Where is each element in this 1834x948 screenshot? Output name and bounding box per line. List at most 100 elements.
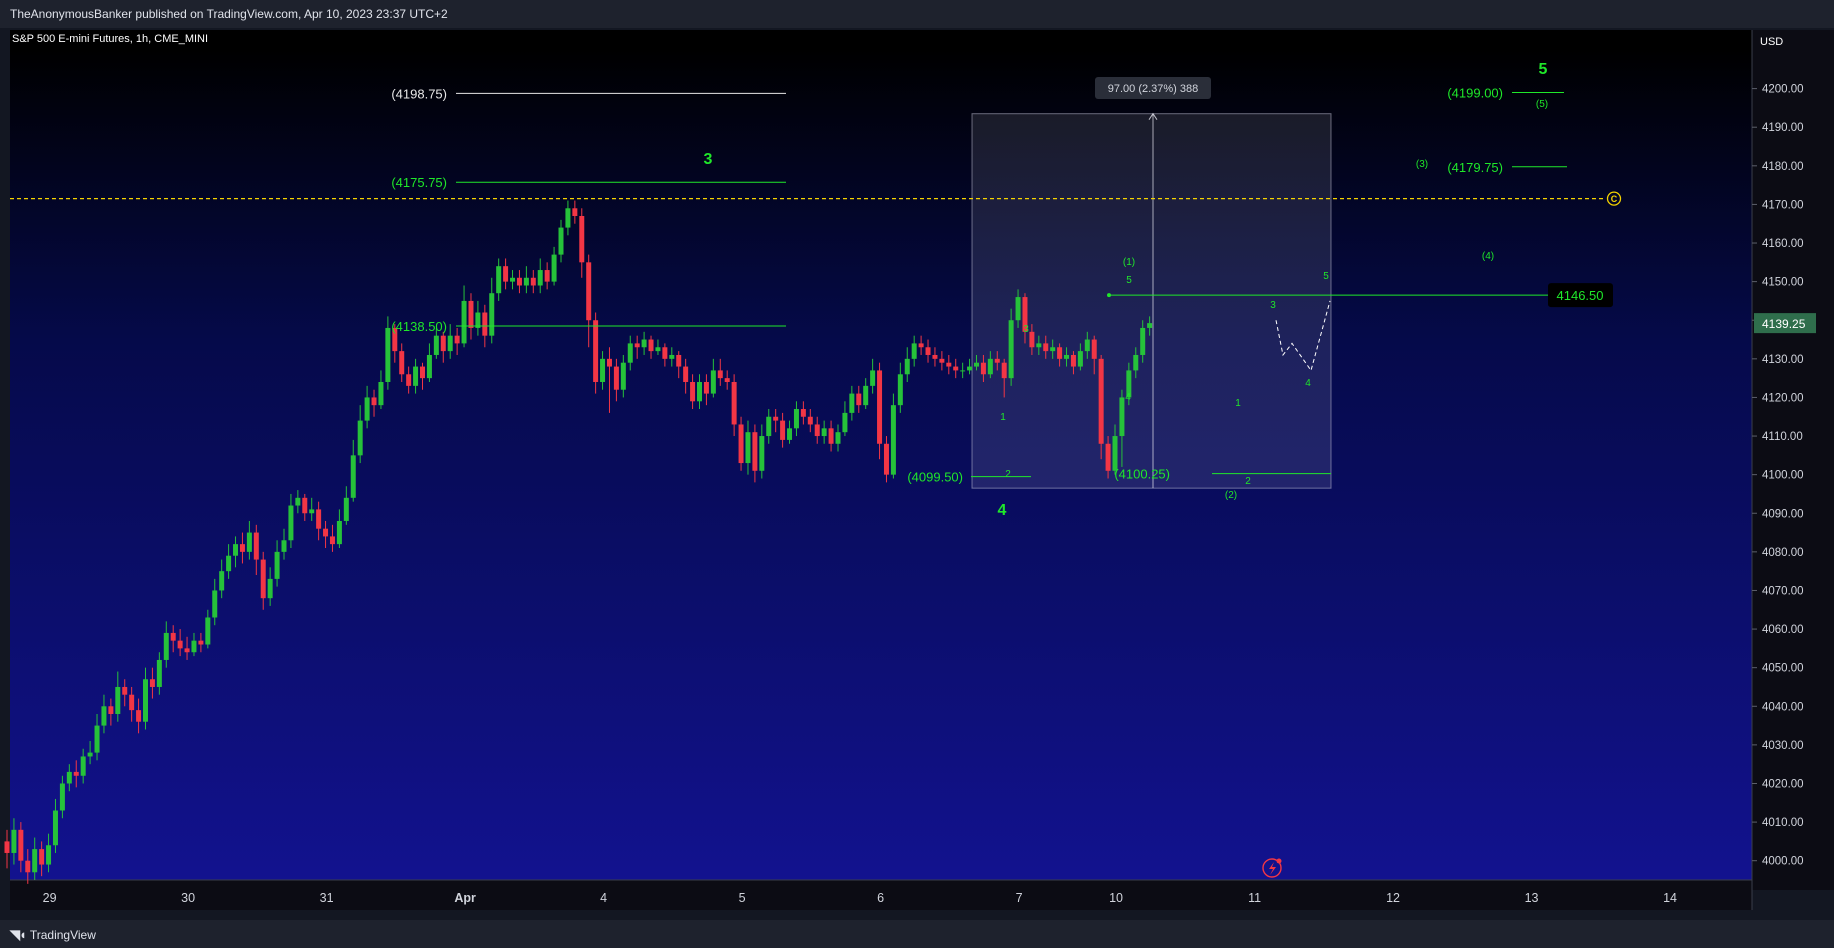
candle-body[interactable] <box>406 374 412 386</box>
candle-body[interactable] <box>662 347 668 359</box>
candle-body[interactable] <box>246 532 252 552</box>
candle-body[interactable] <box>606 358 612 367</box>
candle-body[interactable] <box>800 409 806 417</box>
candle-body[interactable] <box>925 347 931 355</box>
candle-body[interactable] <box>433 335 439 355</box>
candle-body[interactable] <box>461 300 467 344</box>
candle-body[interactable] <box>46 845 52 865</box>
tradingview-logo[interactable]: ◥◖ TradingView <box>10 927 96 943</box>
candle-body[interactable] <box>974 362 979 367</box>
candle-body[interactable] <box>634 343 640 348</box>
candle-body[interactable] <box>1008 320 1014 379</box>
symbol-title[interactable]: S&P 500 E-mini Futures, 1h, CME_MINI <box>12 33 208 45</box>
candle-body[interactable] <box>440 335 446 352</box>
candle-body[interactable] <box>143 679 148 722</box>
candle-body[interactable] <box>613 366 619 390</box>
candle-body[interactable] <box>939 358 945 363</box>
candle-body[interactable] <box>641 339 647 348</box>
candle-body[interactable] <box>1029 331 1035 348</box>
candle-body[interactable] <box>1084 339 1090 352</box>
candle-body[interactable] <box>1147 323 1153 328</box>
candle-body[interactable] <box>350 455 356 498</box>
candle-body[interactable] <box>80 756 86 776</box>
candle-body[interactable] <box>357 420 363 456</box>
candle-body[interactable] <box>835 432 841 444</box>
candle-body[interactable] <box>129 694 135 711</box>
candle-body[interactable] <box>676 354 682 367</box>
candle-body[interactable] <box>1112 436 1118 471</box>
candle-body[interactable] <box>787 428 793 440</box>
candle-body[interactable] <box>1133 354 1139 371</box>
candle-body[interactable] <box>883 443 889 475</box>
candle-body[interactable] <box>828 428 834 444</box>
candle-body[interactable] <box>870 370 876 386</box>
candle-body[interactable] <box>87 752 93 757</box>
candle-body[interactable] <box>489 293 495 336</box>
candle-body[interactable] <box>759 436 765 471</box>
candle-body[interactable] <box>904 358 910 375</box>
candle-body[interactable] <box>101 706 107 726</box>
candle-body[interactable] <box>233 544 239 556</box>
candle-body[interactable] <box>814 424 820 437</box>
candle-body[interactable] <box>32 849 38 873</box>
candle-body[interactable] <box>960 370 966 372</box>
candle-body[interactable] <box>205 617 211 645</box>
candle-body[interactable] <box>842 412 848 433</box>
candle-body[interactable] <box>468 300 474 328</box>
candle-body[interactable] <box>1105 443 1111 471</box>
candle-body[interactable] <box>967 366 973 371</box>
candle-body[interactable] <box>316 509 322 529</box>
candle-body[interactable] <box>537 270 543 286</box>
candle-body[interactable] <box>454 335 460 344</box>
candle-body[interactable] <box>59 783 65 811</box>
candle-body[interactable] <box>399 351 405 375</box>
candle-body[interactable] <box>163 632 169 660</box>
candle-body[interactable] <box>572 208 578 216</box>
candle-body[interactable] <box>260 559 266 599</box>
candle-body[interactable] <box>994 358 1000 363</box>
candle-body[interactable] <box>136 710 142 722</box>
candle-body[interactable] <box>1091 339 1097 359</box>
candle-body[interactable] <box>212 590 218 618</box>
candle-body[interactable] <box>239 544 245 552</box>
candle-body[interactable] <box>156 659 162 687</box>
candle-body[interactable] <box>343 497 349 521</box>
candle-body[interactable] <box>987 358 993 375</box>
candle-body[interactable] <box>329 536 335 545</box>
candle-body[interactable] <box>253 532 259 560</box>
candle-body[interactable] <box>766 416 772 437</box>
candle-body[interactable] <box>371 397 377 406</box>
candle-body[interactable] <box>752 432 758 471</box>
candle-body[interactable] <box>683 366 689 382</box>
candle-body[interactable] <box>177 640 183 649</box>
candle-body[interactable] <box>669 354 675 359</box>
candle-body[interactable] <box>18 829 24 861</box>
candle-body[interactable] <box>849 393 855 413</box>
candle-body[interactable] <box>496 266 502 294</box>
candle-body[interactable] <box>551 254 557 282</box>
candle-body[interactable] <box>946 362 952 367</box>
candle-body[interactable] <box>1015 297 1021 321</box>
candle-body[interactable] <box>122 686 128 695</box>
candle-body[interactable] <box>309 509 315 514</box>
candle-body[interactable] <box>738 424 744 464</box>
candle-body[interactable] <box>73 771 79 776</box>
candle-body[interactable] <box>890 405 896 475</box>
candle-body[interactable] <box>793 409 799 429</box>
price-chart[interactable]: 97.00 (2.37%) 388 (4198.75) (4175.75) (413… <box>0 0 1834 948</box>
candle-body[interactable] <box>426 354 432 379</box>
candle-body[interactable] <box>52 810 58 846</box>
candle-body[interactable] <box>267 578 273 599</box>
candle-body[interactable] <box>1070 354 1076 367</box>
candle-body[interactable] <box>544 270 550 282</box>
candle-body[interactable] <box>703 382 709 394</box>
candle-body[interactable] <box>780 420 786 440</box>
candle-body[interactable] <box>1140 327 1146 355</box>
candle-body[interactable] <box>918 343 924 348</box>
candle-body[interactable] <box>523 277 529 286</box>
candle-body[interactable] <box>25 860 31 873</box>
candle-body[interactable] <box>731 382 737 425</box>
candle-body[interactable] <box>1057 347 1063 359</box>
candle-body[interactable] <box>932 354 938 359</box>
candle-body[interactable] <box>4 841 10 853</box>
